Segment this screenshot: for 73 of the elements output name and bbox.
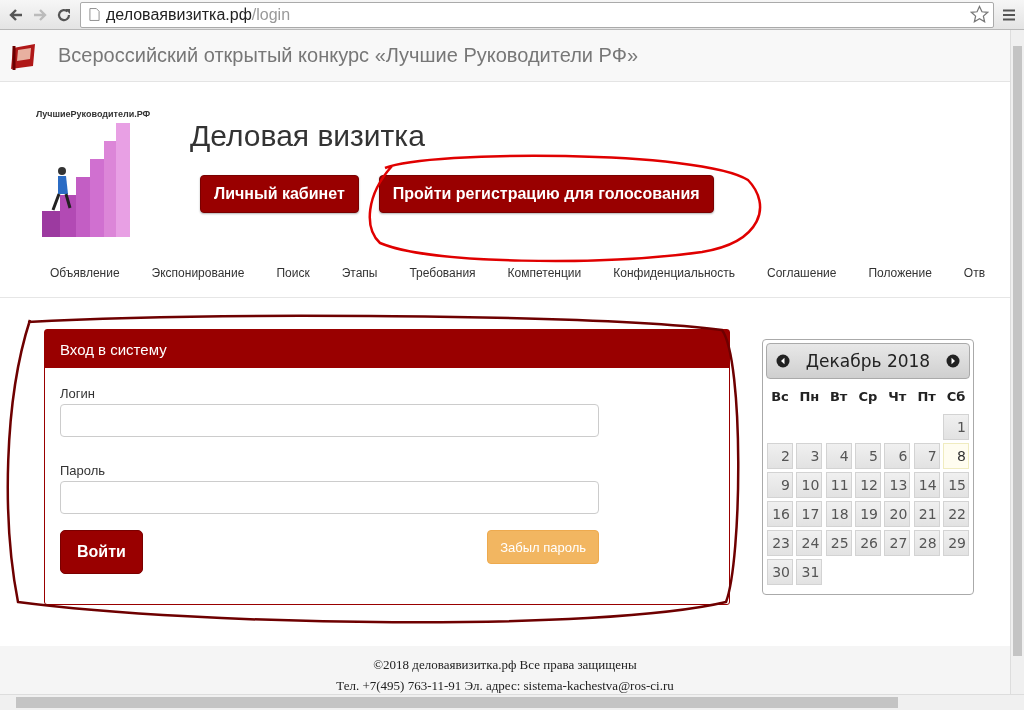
calendar-day[interactable]: 14 xyxy=(913,472,940,498)
calendar-day[interactable]: 10 xyxy=(796,472,823,498)
reload-icon[interactable] xyxy=(56,6,72,23)
nav-button[interactable]: Пройти регистрацию для голосования xyxy=(378,175,714,213)
vertical-scrollbar[interactable] xyxy=(1010,30,1024,694)
menu-link[interactable]: Поиск xyxy=(276,265,310,280)
calendar-day[interactable]: 12 xyxy=(855,472,881,498)
calendar-day[interactable]: 1 xyxy=(942,414,969,440)
star-icon[interactable] xyxy=(970,5,989,24)
weekday-label: Пт xyxy=(916,389,937,406)
calendar-day[interactable]: 23 xyxy=(767,530,793,556)
address-bar[interactable]: деловаявизитка.рф/login xyxy=(80,1,994,28)
calendar-day[interactable]: 24 xyxy=(796,530,823,556)
login-button[interactable]: Войти xyxy=(60,530,143,574)
calendar-day[interactable]: 9 xyxy=(767,472,793,498)
calendar-day[interactable]: 2 xyxy=(767,443,793,469)
page-heading: Деловая визитка xyxy=(190,119,426,153)
calendar-day[interactable]: 28 xyxy=(913,530,940,556)
weekday-label: Ср xyxy=(857,389,879,406)
weekday-label: Вс xyxy=(770,389,790,406)
calendar-day[interactable]: 15 xyxy=(942,472,969,498)
url-text: деловаявизитка.рф/login xyxy=(106,5,292,24)
calendar-day[interactable]: 27 xyxy=(884,530,911,556)
weekday-label: Пн xyxy=(798,389,821,406)
calendar-day[interactable]: 3 xyxy=(796,443,823,469)
footer-text: Тел. +7(495) 763-11-91 Эл. адрес: sistema-kachestva@ros-ci.ru xyxy=(336,678,674,694)
calendar-day[interactable]: 11 xyxy=(825,472,852,498)
calendar-day[interactable]: 31 xyxy=(796,559,823,585)
calendar-day[interactable]: 7 xyxy=(913,443,940,469)
calendar-day[interactable]: 5 xyxy=(855,443,881,469)
previous-icon[interactable] xyxy=(776,354,790,368)
back-icon[interactable] xyxy=(8,6,24,23)
site-title[interactable]: Всероссийский открытый конкурс «Лучшие Руководители РФ» xyxy=(58,44,639,67)
calendar-day[interactable]: 16 xyxy=(767,501,793,527)
menu-link[interactable]: Объявление xyxy=(50,265,120,280)
input-field[interactable] xyxy=(60,481,599,514)
calendar-day[interactable]: 8 xyxy=(942,443,969,469)
calendar-day[interactable]: 20 xyxy=(884,501,911,527)
month-title: Декабрь 2018 xyxy=(805,351,931,371)
calendar-day[interactable]: 6 xyxy=(884,443,911,469)
field-label: Пароль xyxy=(60,463,107,478)
menu-link[interactable]: Требования xyxy=(409,265,476,280)
menu-link[interactable]: Экспонирование xyxy=(151,265,245,280)
calendar-day[interactable]: 17 xyxy=(796,501,823,527)
menu-link[interactable]: Этапы xyxy=(341,265,378,280)
calendar-day[interactable]: 30 xyxy=(767,559,793,585)
logo-caption: ЛучшиеРуководители.РФ xyxy=(36,109,150,119)
footer-text: ©2018 деловаявизитка.рф Все права защищены xyxy=(373,657,637,673)
calendar-day[interactable]: 18 xyxy=(825,501,852,527)
page-icon xyxy=(89,8,100,21)
menu-link[interactable]: Соглашение xyxy=(767,265,837,280)
calendar-day[interactable]: 19 xyxy=(855,501,881,527)
calendar-day[interactable]: 13 xyxy=(884,472,911,498)
next-icon[interactable] xyxy=(946,354,960,368)
weekday-label: Чт xyxy=(887,389,908,406)
menu-link[interactable]: Положение xyxy=(868,265,932,280)
calendar-day[interactable]: 26 xyxy=(855,530,881,556)
weekday-label: Вт xyxy=(828,389,849,406)
calendar-day[interactable]: 29 xyxy=(942,530,969,556)
calendar-day[interactable]: 25 xyxy=(825,530,852,556)
panel-title: Вход в систему xyxy=(60,340,167,358)
input-field[interactable] xyxy=(60,404,599,437)
horizontal-scrollbar[interactable] xyxy=(0,694,1024,710)
weekday-label: Сб xyxy=(945,389,967,406)
calendar-day[interactable]: 21 xyxy=(913,501,940,527)
field-label: Логин xyxy=(60,386,96,401)
nav-button[interactable]: Личный кабинет xyxy=(200,175,359,213)
menu-link[interactable]: Конфиденциальность xyxy=(613,265,735,280)
menu-link[interactable]: Отв xyxy=(963,265,986,280)
calendar-day[interactable]: 22 xyxy=(942,501,969,527)
calendar-day[interactable]: 4 xyxy=(825,443,852,469)
menu-link[interactable]: Компетенции xyxy=(507,265,582,280)
menu-icon[interactable] xyxy=(1002,7,1016,22)
